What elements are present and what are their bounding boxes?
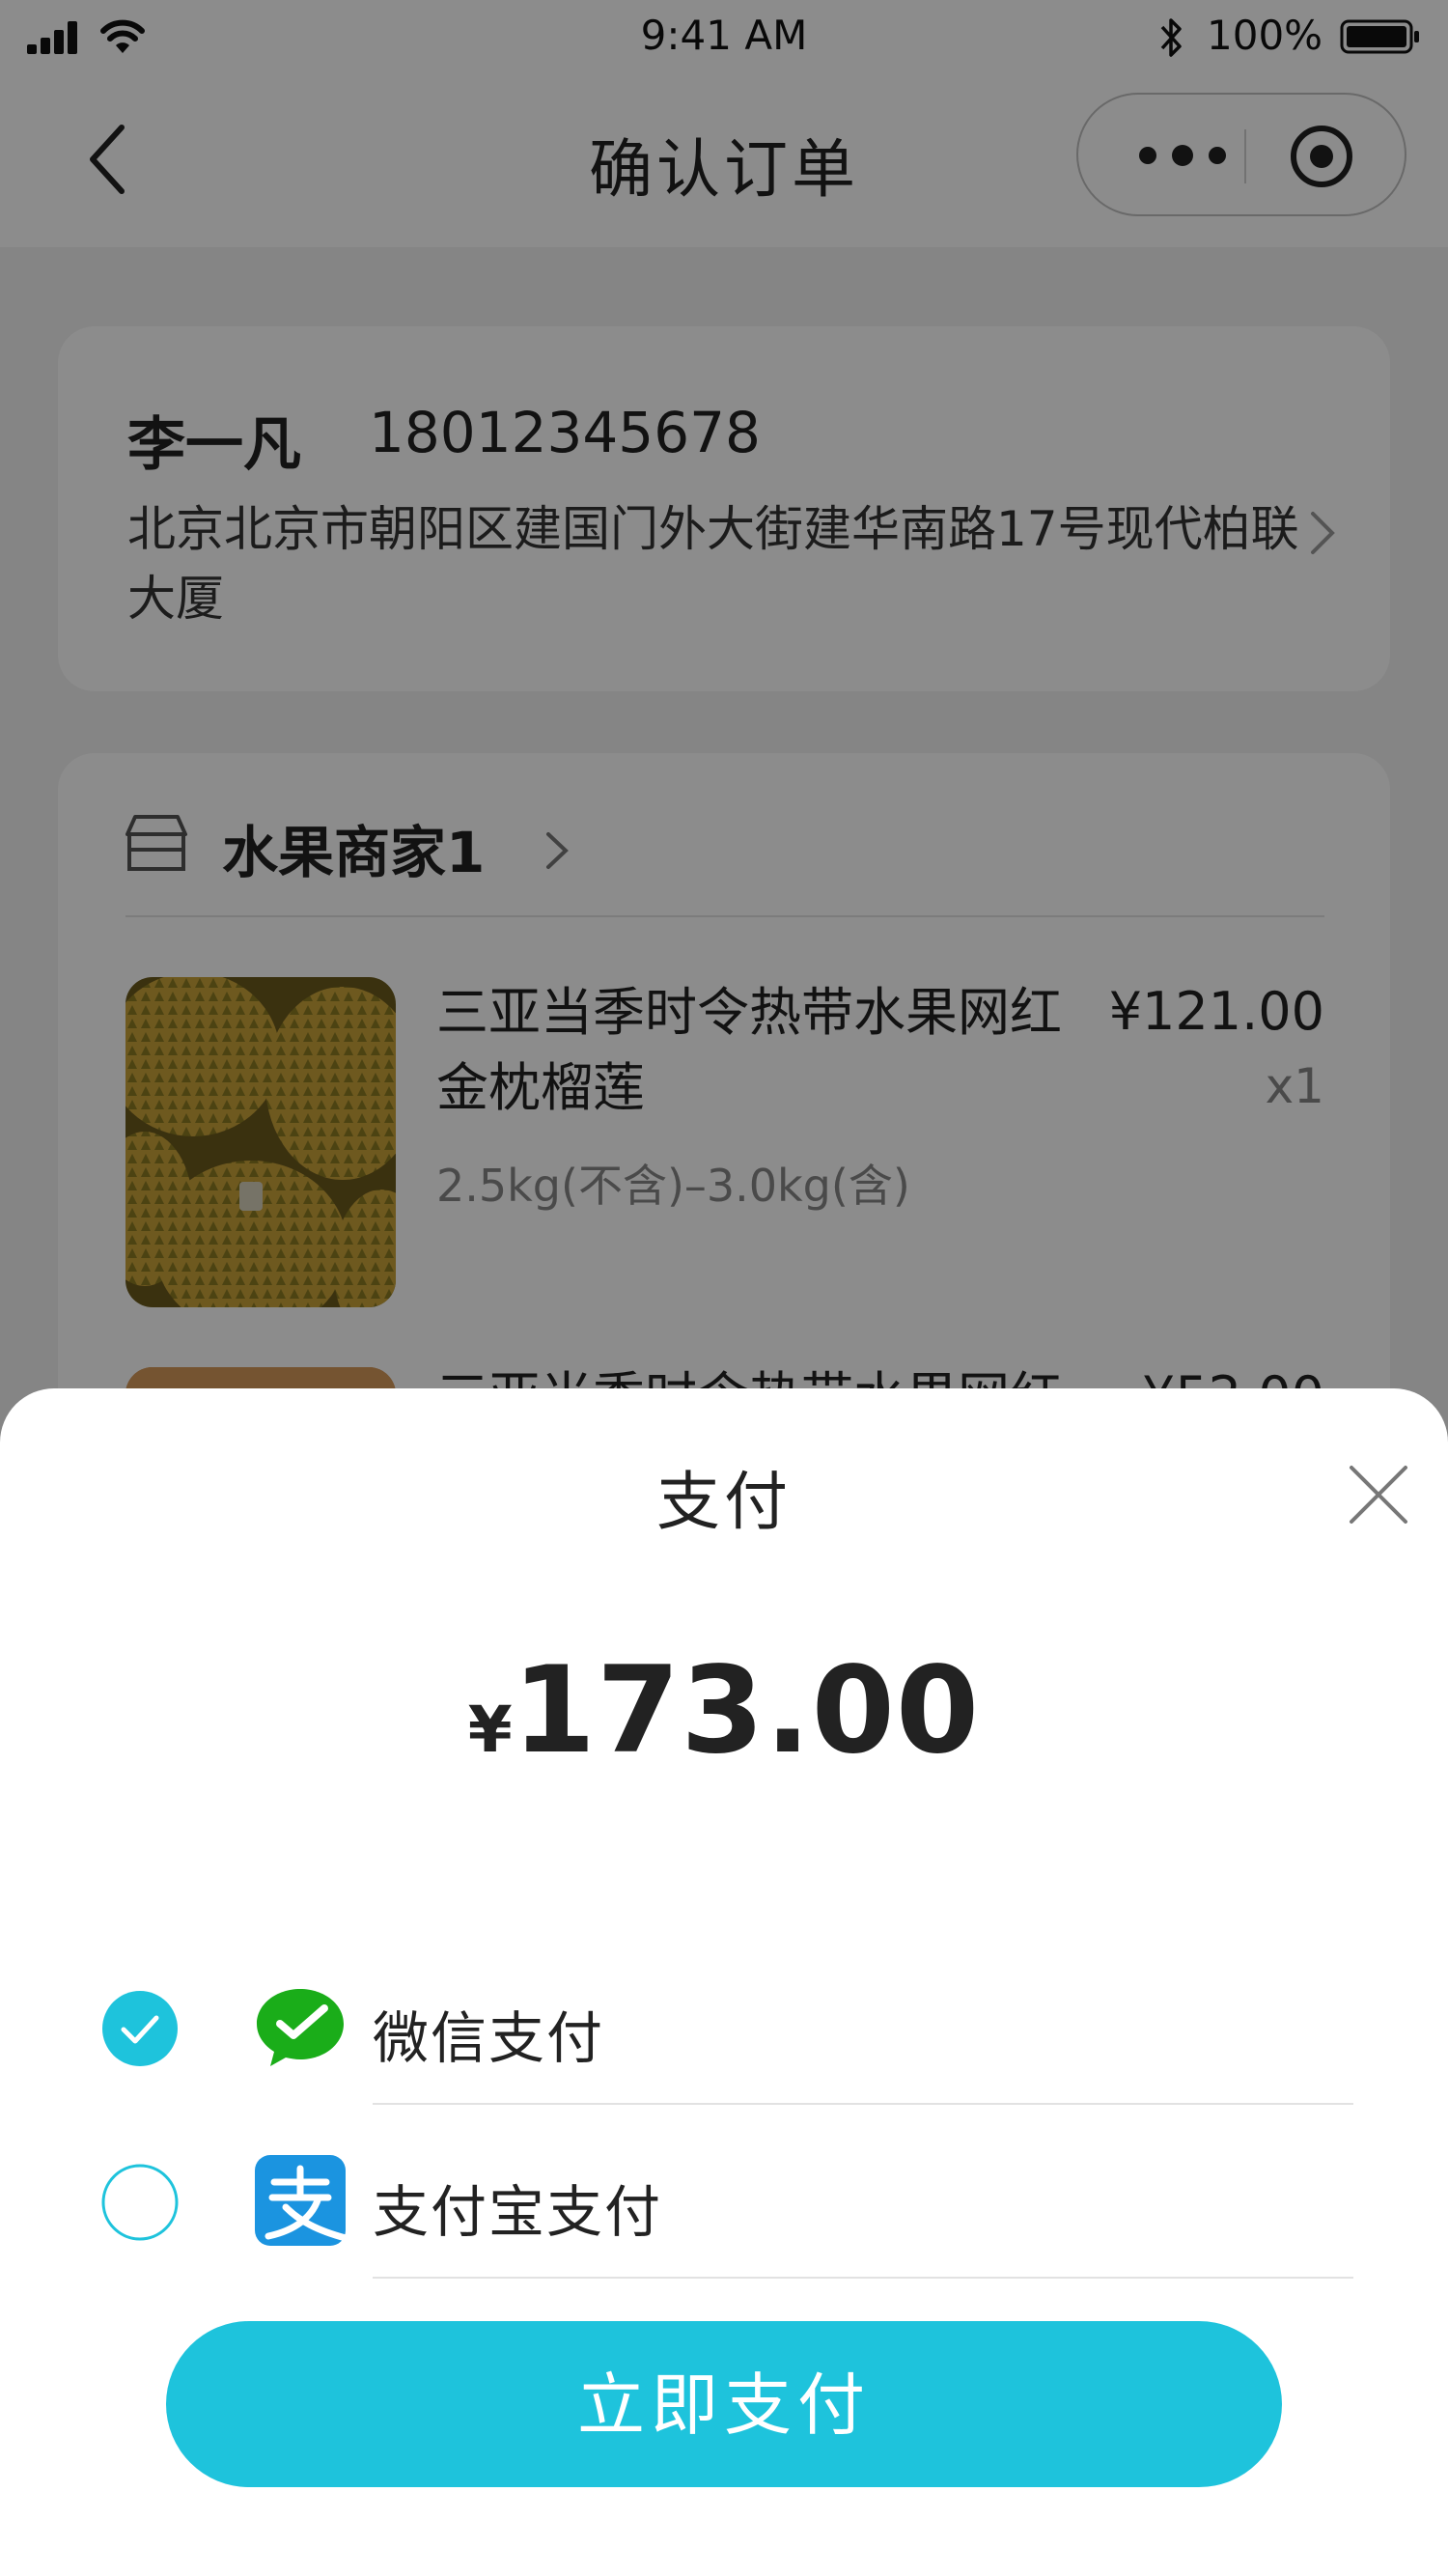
pay-now-button[interactable]: 立即支付	[166, 2321, 1282, 2487]
divider	[373, 2103, 1353, 2105]
payment-sheet: 支付 ¥173.00 微信支付 支付宝支付 立即支付	[0, 1388, 1448, 2576]
payment-option-wechat[interactable]: 微信支付	[0, 1943, 1448, 2113]
payment-amount: ¥173.00	[0, 1641, 1448, 1780]
payment-label: 支付宝支付	[373, 2179, 663, 2245]
amount-value: 173.00	[512, 1641, 981, 1780]
alipay-icon	[255, 2155, 348, 2246]
payment-label: 微信支付	[373, 2005, 605, 2071]
radio-unchecked-icon[interactable]	[100, 2163, 180, 2242]
payment-title: 支付	[656, 1465, 792, 1539]
divider	[373, 2277, 1353, 2279]
close-icon[interactable]	[1344, 1460, 1413, 1529]
payment-option-alipay[interactable]: 支付宝支付	[0, 2116, 1448, 2286]
wechat-pay-icon	[257, 1989, 344, 2066]
currency-symbol: ¥	[467, 1693, 513, 1767]
radio-checked-icon[interactable]	[100, 1989, 180, 2068]
